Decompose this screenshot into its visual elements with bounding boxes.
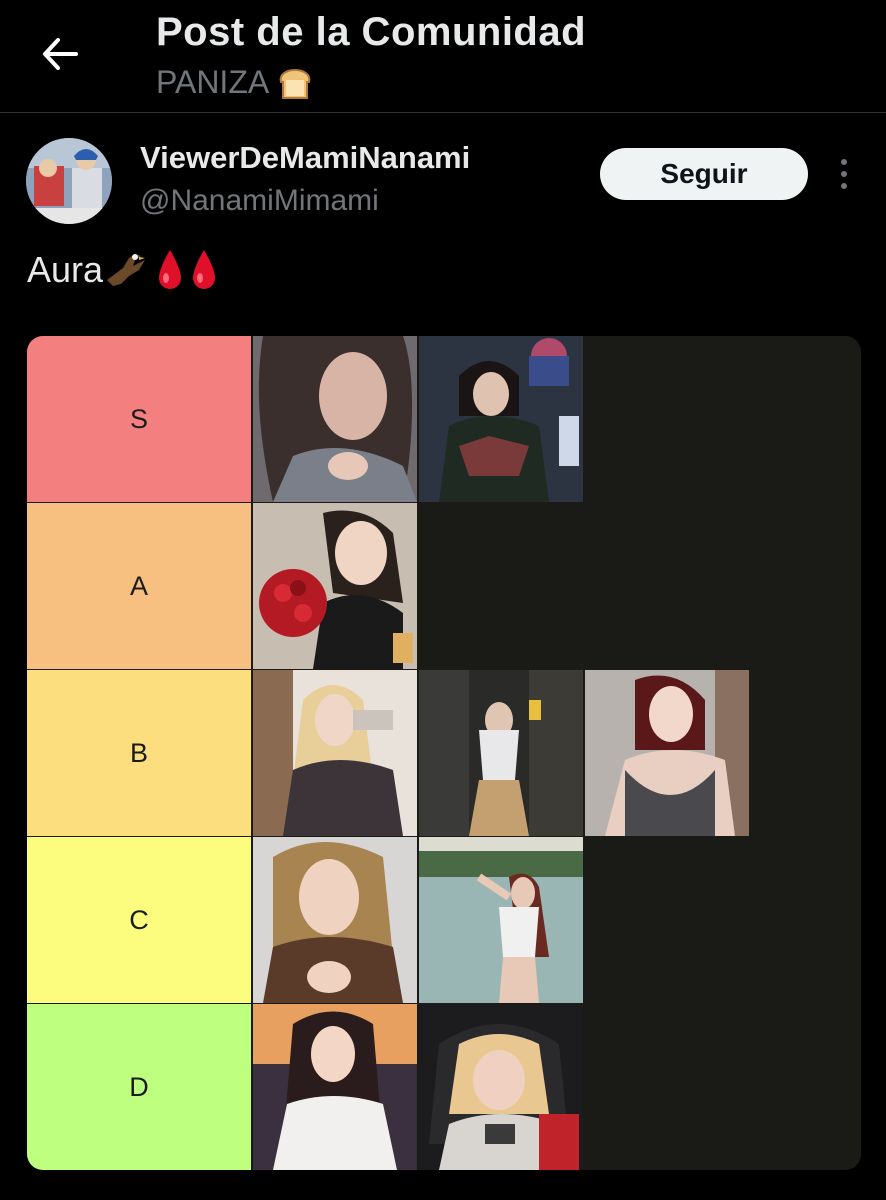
more-options-icon[interactable] <box>828 150 860 198</box>
tier-d-photo-1 <box>253 1004 417 1170</box>
tier-label-c: C <box>27 837 251 1003</box>
tier-b-photo-2 <box>419 670 583 836</box>
author-display-name[interactable]: ViewerDeMamiNanami <box>140 140 470 176</box>
tier-c-photo-2 <box>419 837 583 1003</box>
follow-button[interactable]: Seguir <box>600 148 808 200</box>
community-name: PANIZA <box>156 64 270 100</box>
tier-b-photo-1 <box>253 670 417 836</box>
author-handle[interactable]: @NanamiMimami <box>140 184 379 218</box>
tier-s-photo-1 <box>253 336 417 502</box>
post-text-content: Aura <box>27 249 104 290</box>
drop-of-blood-icon <box>191 248 217 292</box>
bread-icon <box>277 68 311 99</box>
tier-s-photo-2 <box>419 336 583 502</box>
drop-of-blood-icon <box>157 248 183 292</box>
tier-b-photo-3 <box>585 670 749 836</box>
tier-row-b: B <box>27 670 861 836</box>
tier-label-a: A <box>27 503 251 669</box>
tier-row-d: D <box>27 1004 861 1170</box>
tier-row-a: A <box>27 503 861 669</box>
community-link[interactable]: PANIZA <box>156 64 311 101</box>
tier-label-d: D <box>27 1004 251 1170</box>
post-text: Aura <box>27 248 217 292</box>
eagle-icon <box>105 250 149 290</box>
tier-row-s: S <box>27 336 861 502</box>
tier-c-photo-1 <box>253 837 417 1003</box>
tier-list-image[interactable]: S A B C D <box>27 336 861 1170</box>
tier-label-b: B <box>27 670 251 836</box>
page-title: Post de la Comunidad <box>156 10 587 54</box>
tier-a-photo-1 <box>253 503 417 669</box>
avatar[interactable] <box>26 138 112 224</box>
top-bar: Post de la Comunidad PANIZA <box>0 0 886 113</box>
tier-row-c: C <box>27 837 861 1003</box>
tier-label-s: S <box>27 336 251 502</box>
back-button[interactable] <box>36 30 84 78</box>
tier-d-photo-2 <box>419 1004 583 1170</box>
arrow-left-icon <box>43 38 78 70</box>
